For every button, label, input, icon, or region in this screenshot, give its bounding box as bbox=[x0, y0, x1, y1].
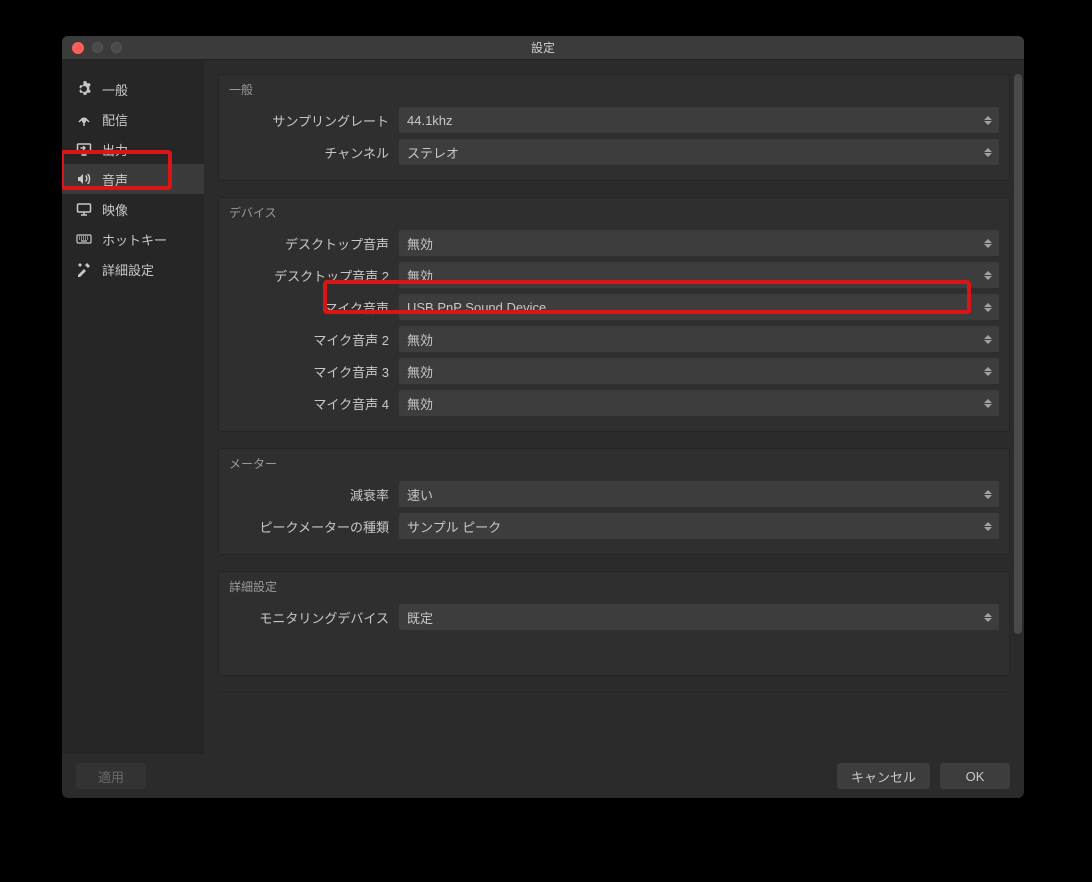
sidebar-item-output[interactable]: 出力 bbox=[62, 134, 204, 164]
section-advanced: 詳細設定 モニタリングデバイス 既定 bbox=[218, 571, 1010, 676]
section-title-hotkey: ホットキー bbox=[219, 693, 1009, 694]
stepper-icon bbox=[981, 329, 995, 349]
label-mic-audio-3: マイク音声 3 bbox=[219, 362, 399, 381]
sidebar-item-advanced[interactable]: 詳細設定 bbox=[62, 254, 204, 284]
stepper-icon bbox=[981, 393, 995, 413]
scrollbar[interactable] bbox=[1014, 74, 1022, 754]
label-channel: チャンネル bbox=[219, 143, 399, 162]
sidebar-item-audio[interactable]: 音声 bbox=[62, 164, 204, 194]
label-peak-meter-type: ピークメーターの種類 bbox=[219, 517, 399, 536]
label-desktop-audio-2: デスクトップ音声 2 bbox=[219, 266, 399, 285]
section-devices: デバイス デスクトップ音声 無効 デスクトップ音声 2 無効 マイク音声 USB… bbox=[218, 197, 1010, 432]
select-desktop-audio[interactable]: 無効 bbox=[399, 230, 999, 256]
select-mic-audio[interactable]: USB PnP Sound Device bbox=[399, 294, 999, 320]
broadcast-icon bbox=[76, 111, 92, 127]
select-decay-rate[interactable]: 速い bbox=[399, 481, 999, 507]
sidebar-item-label: ホットキー bbox=[102, 230, 167, 249]
section-title-general: 一般 bbox=[219, 75, 1009, 106]
stepper-icon bbox=[981, 265, 995, 285]
section-title-advanced: 詳細設定 bbox=[219, 572, 1009, 603]
section-hotkey: ホットキー NDI™ Source プッシュ-ミュートを有効にする プッシュ-ミ… bbox=[218, 692, 1010, 694]
stepper-icon bbox=[981, 233, 995, 253]
label-mic-audio: マイク音声 bbox=[219, 298, 399, 317]
ok-button[interactable]: OK bbox=[940, 763, 1010, 789]
apply-button[interactable]: 適用 bbox=[76, 763, 146, 789]
section-general: 一般 サンプリングレート 44.1khz チャンネル bbox=[218, 74, 1010, 181]
sidebar-item-label: 出力 bbox=[102, 140, 128, 159]
select-peak-meter-type[interactable]: サンプル ピーク bbox=[399, 513, 999, 539]
speaker-icon bbox=[76, 171, 92, 187]
sidebar: 一般 配信 出力 音声 bbox=[62, 60, 204, 754]
select-mic-audio-4[interactable]: 無効 bbox=[399, 390, 999, 416]
sidebar-item-label: 映像 bbox=[102, 200, 128, 219]
select-sample-rate[interactable]: 44.1khz bbox=[399, 107, 999, 133]
stepper-icon bbox=[981, 142, 995, 162]
sidebar-item-hotkeys[interactable]: ホットキー bbox=[62, 224, 204, 254]
stepper-icon bbox=[981, 484, 995, 504]
monitor-icon bbox=[76, 201, 92, 217]
titlebar: 設定 bbox=[62, 36, 1024, 60]
section-title-devices: デバイス bbox=[219, 198, 1009, 229]
select-desktop-audio-2[interactable]: 無効 bbox=[399, 262, 999, 288]
sidebar-item-label: 詳細設定 bbox=[102, 260, 154, 279]
output-icon bbox=[76, 141, 92, 157]
window-title: 設定 bbox=[62, 39, 1024, 56]
label-sample-rate: サンプリングレート bbox=[219, 111, 399, 130]
content-pane: 一般 サンプリングレート 44.1khz チャンネル bbox=[204, 60, 1024, 754]
stepper-icon bbox=[981, 607, 995, 627]
scrollbar-thumb[interactable] bbox=[1014, 74, 1022, 634]
sidebar-item-label: 一般 bbox=[102, 80, 128, 99]
sidebar-item-stream[interactable]: 配信 bbox=[62, 104, 204, 134]
stepper-icon bbox=[981, 361, 995, 381]
sidebar-item-general[interactable]: 一般 bbox=[62, 74, 204, 104]
sidebar-item-label: 音声 bbox=[102, 170, 128, 189]
section-title-meter: メーター bbox=[219, 449, 1009, 480]
select-mic-audio-2[interactable]: 無効 bbox=[399, 326, 999, 352]
select-mic-audio-3[interactable]: 無効 bbox=[399, 358, 999, 384]
stepper-icon bbox=[981, 110, 995, 130]
footer: 適用 キャンセル OK bbox=[62, 754, 1024, 798]
select-monitoring-device[interactable]: 既定 bbox=[399, 604, 999, 630]
stepper-icon bbox=[981, 297, 995, 317]
tools-icon bbox=[76, 261, 92, 277]
stepper-icon bbox=[981, 516, 995, 536]
keyboard-icon bbox=[76, 231, 92, 247]
cancel-button[interactable]: キャンセル bbox=[837, 763, 930, 789]
label-desktop-audio: デスクトップ音声 bbox=[219, 234, 399, 253]
sidebar-item-video[interactable]: 映像 bbox=[62, 194, 204, 224]
settings-window: 設定 一般 配信 出力 bbox=[62, 36, 1024, 798]
label-monitoring-device: モニタリングデバイス bbox=[219, 608, 399, 627]
label-decay-rate: 減衰率 bbox=[219, 485, 399, 504]
gear-icon bbox=[76, 81, 92, 97]
sidebar-item-label: 配信 bbox=[102, 110, 128, 129]
label-mic-audio-4: マイク音声 4 bbox=[219, 394, 399, 413]
label-mic-audio-2: マイク音声 2 bbox=[219, 330, 399, 349]
section-meter: メーター 減衰率 速い ピークメーターの種類 サンプル ピーク bbox=[218, 448, 1010, 555]
select-channel[interactable]: ステレオ bbox=[399, 139, 999, 165]
